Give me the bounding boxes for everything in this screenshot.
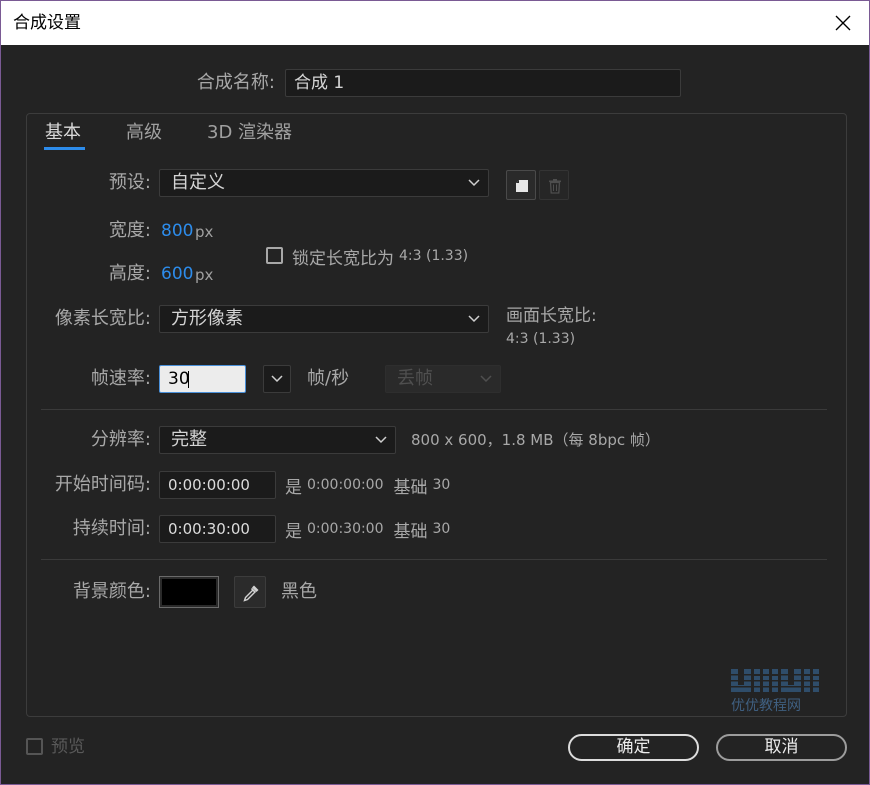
tab-3d-renderer[interactable]: 3D 渲染器 xyxy=(207,120,292,146)
preset-label: 预设: xyxy=(108,172,151,193)
close-icon[interactable] xyxy=(835,15,851,31)
is-label: 是 xyxy=(285,477,302,498)
duration-value: 0:00:30:00 xyxy=(168,520,250,538)
logo xyxy=(729,669,821,692)
active-tab-indicator xyxy=(44,147,85,150)
frame-rate-dropdown-button[interactable] xyxy=(263,365,291,393)
window-title: 合成设置 xyxy=(13,13,81,33)
section-divider xyxy=(41,559,827,560)
text-cursor xyxy=(188,371,189,388)
is-label: 是 xyxy=(285,521,302,542)
comp-name-label: 合成名称: xyxy=(196,72,275,93)
drop-frame-dropdown[interactable]: 丢帧 xyxy=(385,365,501,393)
base-label: 基础 xyxy=(393,477,428,498)
delete-preset-button[interactable] xyxy=(539,170,569,200)
preset-dropdown[interactable]: 自定义 xyxy=(159,169,489,197)
pixel-aspect-dropdown[interactable]: 方形像素 xyxy=(159,305,489,333)
base-value: 30 xyxy=(432,521,451,537)
start-timecode-label: 开始时间码: xyxy=(54,474,151,495)
eyedropper-icon xyxy=(243,585,259,602)
chevron-down-icon xyxy=(271,375,283,383)
settings-panel xyxy=(26,113,847,717)
resolution-label: 分辨率: xyxy=(90,429,151,450)
frame-rate-unit: 帧/秒 xyxy=(307,368,350,389)
save-preset-icon xyxy=(516,180,528,192)
preview-checkbox[interactable] xyxy=(26,738,43,755)
base-value: 30 xyxy=(432,477,451,493)
frame-rate-label: 帧速率: xyxy=(90,368,151,389)
start-timecode-value: 0:00:00:00 xyxy=(168,476,250,494)
preview-label: 预览 xyxy=(51,737,85,757)
timecode-equivalent: 0:00:30:00 xyxy=(307,521,384,537)
cancel-button[interactable]: 取消 xyxy=(716,734,847,761)
watermark-logo: 优优教程网 xyxy=(729,665,821,717)
drop-frame-value: 丢帧 xyxy=(397,368,433,389)
eyedropper-button[interactable] xyxy=(234,576,266,608)
frame-aspect-value: 4:3 (1.33) xyxy=(506,331,576,347)
composition-settings-dialog: 合成设置 合成名称: 合成 1 基本 高级 3D 渲染器 预设: 自定义 宽度:… xyxy=(0,0,870,785)
lock-aspect-ratio: 4:3 (1.33) xyxy=(399,248,469,264)
frame-rate-input[interactable]: 30 xyxy=(159,365,246,393)
section-divider xyxy=(41,409,827,410)
pixel-aspect-value: 方形像素 xyxy=(171,308,243,329)
height-label: 高度: xyxy=(108,263,151,284)
background-color-swatch-fill xyxy=(162,579,216,605)
frame-aspect-label: 画面长宽比: xyxy=(506,306,597,326)
comp-name-value: 合成 1 xyxy=(294,73,345,93)
resolution-value: 完整 xyxy=(171,429,207,450)
title-bar[interactable]: 合成设置 xyxy=(1,1,869,45)
lock-aspect-checkbox[interactable] xyxy=(266,247,283,264)
start-timecode-info: 是 0:00:00:00 基础 30 xyxy=(285,471,450,499)
pixel-aspect-label: 像素长宽比: xyxy=(54,308,151,329)
trash-icon xyxy=(549,179,561,194)
chevron-down-icon xyxy=(468,179,480,187)
width-unit: px xyxy=(195,223,214,241)
save-preset-button[interactable] xyxy=(506,170,536,200)
preset-value: 自定义 xyxy=(171,172,225,193)
lock-aspect-label: 锁定长宽比为 xyxy=(292,248,394,269)
tab-basic[interactable]: 基本 xyxy=(45,120,81,146)
background-color-swatch[interactable] xyxy=(159,576,219,608)
timecode-equivalent: 0:00:00:00 xyxy=(307,477,384,493)
width-label: 宽度: xyxy=(108,220,151,241)
watermark-text: 优优教程网 xyxy=(731,698,801,714)
chevron-down-icon xyxy=(375,436,387,444)
resolution-info: 800 x 600，1.8 MB（每 8bpc 帧） xyxy=(411,431,660,449)
lock-aspect-text: 锁定长宽比为 4:3 (1.33) xyxy=(292,242,468,270)
duration-info: 是 0:00:30:00 基础 30 xyxy=(285,515,450,543)
chevron-down-icon xyxy=(468,315,480,323)
duration-input[interactable]: 0:00:30:00 xyxy=(159,515,276,543)
background-color-label: 背景颜色: xyxy=(72,581,151,602)
frame-rate-value: 30 xyxy=(168,369,190,389)
ok-button[interactable]: 确定 xyxy=(568,734,699,761)
tab-advanced[interactable]: 高级 xyxy=(126,120,162,146)
background-color-name: 黑色 xyxy=(281,581,317,602)
base-label: 基础 xyxy=(393,521,428,542)
height-value[interactable]: 600 xyxy=(161,260,193,288)
resolution-dropdown[interactable]: 完整 xyxy=(159,426,396,454)
start-timecode-input[interactable]: 0:00:00:00 xyxy=(159,471,276,499)
height-unit: px xyxy=(195,266,214,284)
comp-name-input[interactable]: 合成 1 xyxy=(285,69,681,97)
duration-label: 持续时间: xyxy=(72,518,151,539)
width-value[interactable]: 800 xyxy=(161,217,193,245)
chevron-down-icon xyxy=(480,375,492,383)
